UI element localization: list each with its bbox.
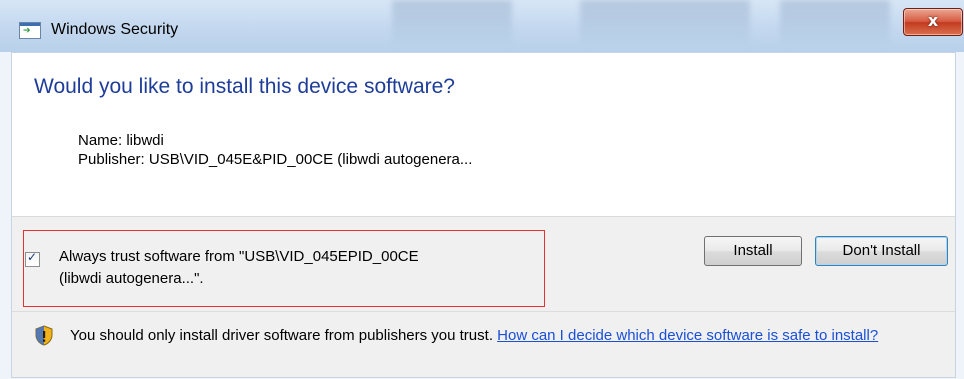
close-icon: x <box>927 11 939 30</box>
window-title: Windows Security <box>51 21 179 38</box>
always-trust-label-line1: Always trust software from "USB\VID_045E… <box>59 248 419 265</box>
window-app-icon: ➔ <box>19 22 41 39</box>
dont-install-button[interactable]: Don't Install <box>815 236 948 266</box>
dialog-headline: Would you like to install this device so… <box>34 75 455 98</box>
dialog-footer: ✓ Always trust software from "USB\VID_04… <box>11 216 956 378</box>
dialog-content: Would you like to install this device so… <box>11 52 956 217</box>
background-blur <box>392 0 512 44</box>
separator <box>12 311 955 312</box>
background-blur <box>780 0 890 44</box>
highlight-box <box>23 230 545 307</box>
device-name: Name: libwdi <box>78 132 164 149</box>
help-link[interactable]: How can I decide which device software i… <box>497 327 878 344</box>
always-trust-checkbox[interactable]: ✓ <box>25 250 40 267</box>
install-button[interactable]: Install <box>704 236 802 266</box>
warning-text: You should only install driver software … <box>70 327 493 344</box>
shield-warning-icon <box>35 325 53 346</box>
title-bar: ➔ Windows Security x <box>0 0 964 52</box>
check-icon: ✓ <box>27 250 38 264</box>
background-blur <box>580 0 750 44</box>
always-trust-label-line2: (libwdi autogenera...". <box>59 270 204 287</box>
warning-message: You should only install driver software … <box>70 324 935 347</box>
close-button[interactable]: x <box>903 8 963 36</box>
device-publisher: Publisher: USB\VID_045E&PID_00CE (libwdi… <box>78 151 473 168</box>
